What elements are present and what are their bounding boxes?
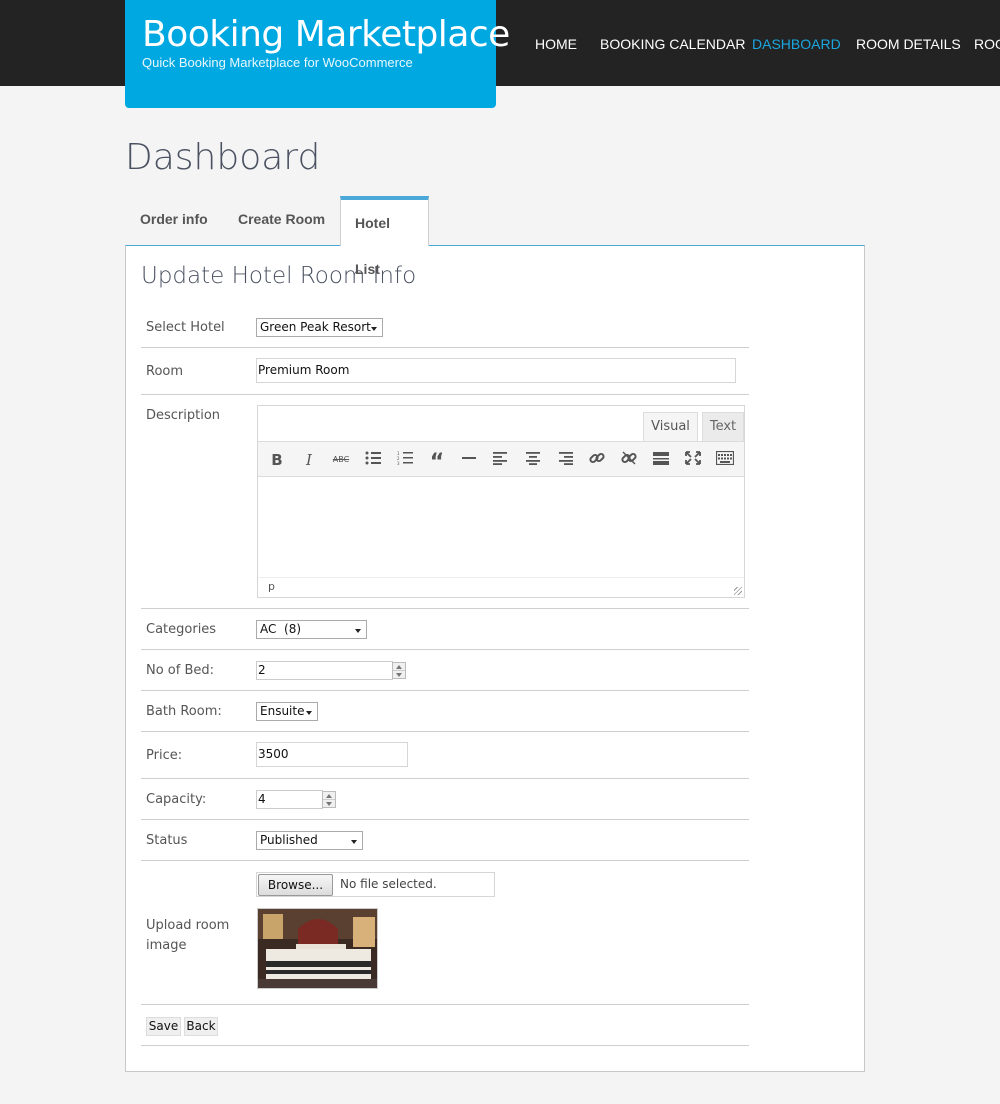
capacity-stepper[interactable] bbox=[322, 791, 336, 808]
nav-home[interactable]: HOME bbox=[535, 36, 577, 52]
divider bbox=[141, 608, 749, 609]
editor-tabs: Visual Text bbox=[258, 406, 744, 441]
room-label: Room bbox=[146, 364, 184, 379]
upload-label: Upload room image bbox=[146, 918, 230, 953]
divider bbox=[141, 347, 749, 348]
bath-dropdown[interactable]: Ensuite bbox=[256, 702, 318, 721]
beds-label: No of Bed: bbox=[146, 663, 215, 678]
editor-tab-visual[interactable]: Visual bbox=[643, 412, 698, 441]
chevron-down-icon bbox=[326, 802, 332, 806]
categories-label: Categories bbox=[146, 622, 217, 637]
editor-content-area[interactable] bbox=[258, 477, 744, 577]
capacity-input[interactable]: 4 bbox=[256, 790, 323, 809]
divider bbox=[141, 649, 749, 650]
tab-hotel-list[interactable]: Hotel List bbox=[340, 196, 429, 277]
chevron-down-icon bbox=[355, 629, 361, 633]
capacity-label: Capacity: bbox=[146, 792, 207, 807]
fullscreen-icon[interactable] bbox=[683, 450, 703, 470]
horizontal-rule-icon[interactable] bbox=[459, 450, 479, 470]
room-image-thumbnail bbox=[257, 908, 378, 989]
chevron-down-icon bbox=[396, 673, 402, 677]
price-label: Price: bbox=[146, 748, 183, 763]
align-right-icon[interactable] bbox=[555, 450, 575, 470]
read-more-icon[interactable] bbox=[651, 450, 671, 470]
link-icon[interactable] bbox=[587, 450, 607, 470]
divider bbox=[141, 1045, 749, 1046]
bath-label: Bath Room: bbox=[146, 704, 222, 719]
divider bbox=[141, 819, 749, 820]
bold-icon[interactable]: B bbox=[267, 450, 287, 470]
room-form-panel: Update Hotel Room Info Select Hotel Gree… bbox=[125, 245, 865, 1072]
description-editor: Visual Text B I ABC 123 “ p bbox=[257, 405, 745, 598]
price-input[interactable]: 3500 bbox=[256, 742, 408, 767]
browse-button[interactable]: Browse... bbox=[258, 874, 333, 896]
divider bbox=[141, 778, 749, 779]
bath-value: Ensuite bbox=[260, 704, 305, 718]
main-nav: HOME BOOKING CALENDAR DASHBOARD ROOM DET… bbox=[0, 36, 1000, 56]
editor-tab-text[interactable]: Text bbox=[702, 412, 744, 441]
resize-handle-icon[interactable] bbox=[734, 587, 742, 595]
chevron-up-icon bbox=[396, 665, 402, 669]
nav-booking-calendar[interactable]: BOOKING CALENDAR bbox=[600, 36, 745, 52]
select-hotel-value: Green Peak Resort bbox=[260, 320, 371, 334]
blockquote-icon[interactable]: “ bbox=[427, 450, 447, 475]
select-hotel-label: Select Hotel bbox=[146, 320, 225, 335]
divider bbox=[141, 731, 749, 732]
align-left-icon[interactable] bbox=[491, 450, 511, 470]
numbered-list-icon[interactable]: 123 bbox=[395, 450, 415, 470]
align-center-icon[interactable] bbox=[523, 450, 543, 470]
chevron-up-icon bbox=[326, 794, 332, 798]
editor-toolbar: B I ABC 123 “ bbox=[258, 441, 744, 477]
toolbar-toggle-icon[interactable] bbox=[715, 450, 735, 470]
divider bbox=[141, 1004, 749, 1005]
beds-stepper[interactable] bbox=[392, 662, 406, 679]
nav-room-details[interactable]: ROOM DETAILS bbox=[856, 36, 961, 52]
description-label: Description bbox=[146, 408, 221, 423]
status-label: Status bbox=[146, 833, 188, 848]
site-subtitle: Quick Booking Marketplace for WooCommerc… bbox=[142, 55, 413, 70]
categories-dropdown[interactable]: AC (8) bbox=[256, 620, 367, 639]
strikethrough-icon[interactable]: ABC bbox=[331, 450, 351, 470]
divider bbox=[323, 799, 335, 800]
bullet-list-icon[interactable] bbox=[363, 450, 383, 470]
save-button[interactable]: Save bbox=[146, 1017, 181, 1036]
svg-text:3: 3 bbox=[397, 461, 400, 465]
back-button[interactable]: Back bbox=[184, 1017, 218, 1036]
chevron-down-icon bbox=[371, 327, 377, 331]
status-value: Published bbox=[260, 833, 318, 847]
divider bbox=[141, 860, 749, 861]
room-name-input[interactable]: Premium Room bbox=[256, 358, 736, 383]
chevron-down-icon bbox=[306, 711, 312, 715]
tab-create-room[interactable]: Create Room bbox=[223, 196, 340, 246]
divider bbox=[141, 690, 749, 691]
beds-input[interactable]: 2 bbox=[256, 661, 393, 680]
page-title: Dashboard bbox=[125, 137, 321, 178]
tab-order-info[interactable]: Order info bbox=[125, 196, 223, 246]
chevron-down-icon bbox=[351, 840, 357, 844]
divider bbox=[141, 394, 749, 395]
editor-path: p bbox=[258, 577, 744, 597]
nav-rooms[interactable]: ROO bbox=[974, 36, 1000, 52]
italic-icon[interactable]: I bbox=[299, 450, 319, 470]
select-hotel-dropdown[interactable]: Green Peak Resort bbox=[256, 318, 383, 337]
divider bbox=[393, 670, 405, 671]
categories-value: AC (8) bbox=[260, 622, 302, 636]
unlink-icon[interactable] bbox=[619, 450, 639, 470]
nav-dashboard[interactable]: DASHBOARD bbox=[752, 36, 841, 52]
file-name-text: No file selected. bbox=[340, 877, 437, 891]
status-dropdown[interactable]: Published bbox=[256, 831, 363, 850]
